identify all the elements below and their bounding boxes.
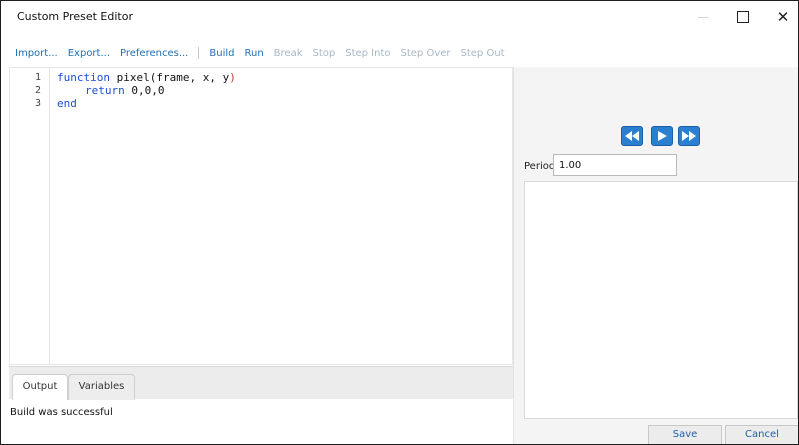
export-button[interactable]: Export... <box>68 48 110 59</box>
title-bar: Custom Preset Editor — ✕ <box>1 1 798 33</box>
toolbar-separator <box>198 47 200 59</box>
import-button[interactable]: Import... <box>15 48 58 59</box>
tab-output[interactable]: Output <box>12 374 68 400</box>
step-over-button[interactable]: Step Over <box>401 48 451 59</box>
code-line: return 0,0,0 <box>85 84 165 97</box>
close-button[interactable]: ✕ <box>761 3 798 31</box>
tab-variables[interactable]: Variables <box>68 374 135 400</box>
maximize-button[interactable] <box>721 3 765 31</box>
line-number: 1 <box>34 72 41 83</box>
play-button[interactable] <box>651 126 673 146</box>
close-icon: ✕ <box>776 8 790 26</box>
function-name: pixel <box>109 71 150 84</box>
period-input[interactable] <box>553 154 677 176</box>
toolbar: Import... Export... Preferences... Build… <box>1 39 515 67</box>
close-paren: ) <box>229 71 236 84</box>
function-args: frame, x, y <box>156 71 230 84</box>
run-button[interactable]: Run <box>244 48 263 59</box>
build-button[interactable]: Build <box>209 48 234 59</box>
preview-area <box>524 181 798 419</box>
minimize-button[interactable]: — <box>681 3 725 31</box>
period-label: Period <box>524 161 556 172</box>
line-number: 2 <box>34 85 41 96</box>
line-number: 3 <box>34 98 41 109</box>
keyword-end: end <box>57 97 77 110</box>
return-values: 0,0,0 <box>124 84 165 97</box>
step-into-button[interactable]: Step Into <box>345 48 390 59</box>
step-out-button[interactable]: Step Out <box>461 48 505 59</box>
stop-button[interactable]: Stop <box>313 48 336 59</box>
rewind-button[interactable] <box>621 126 643 146</box>
output-message: Build was successful <box>10 407 113 418</box>
output-tab-strip: Output Variables <box>9 366 513 400</box>
output-panel: Output Variables Build was successful <box>9 366 513 444</box>
preview-panel: Period Save Cancel <box>513 67 798 444</box>
maximize-icon <box>737 11 749 23</box>
code-line: function pixel(frame, x, y) <box>57 71 236 84</box>
minimize-icon: — <box>697 10 709 24</box>
keyword-return: return <box>85 84 125 97</box>
window-title: Custom Preset Editor <box>17 10 133 23</box>
save-button[interactable]: Save <box>648 425 722 444</box>
play-icon <box>658 131 667 141</box>
break-button[interactable]: Break <box>274 48 303 59</box>
custom-preset-editor-window: Custom Preset Editor — ✕ Import... Expor… <box>0 0 799 445</box>
preferences-button[interactable]: Preferences... <box>120 48 188 59</box>
cancel-button[interactable]: Cancel <box>725 425 798 444</box>
rewind-icon <box>625 131 639 141</box>
fast-forward-button[interactable] <box>678 126 700 146</box>
fast-forward-icon <box>682 131 696 141</box>
code-editor[interactable]: 1 2 3 function pixel(frame, x, y) return… <box>9 67 513 365</box>
code-line: end <box>57 97 77 110</box>
keyword-function: function <box>57 71 110 84</box>
line-number-gutter: 1 2 3 <box>10 68 50 364</box>
